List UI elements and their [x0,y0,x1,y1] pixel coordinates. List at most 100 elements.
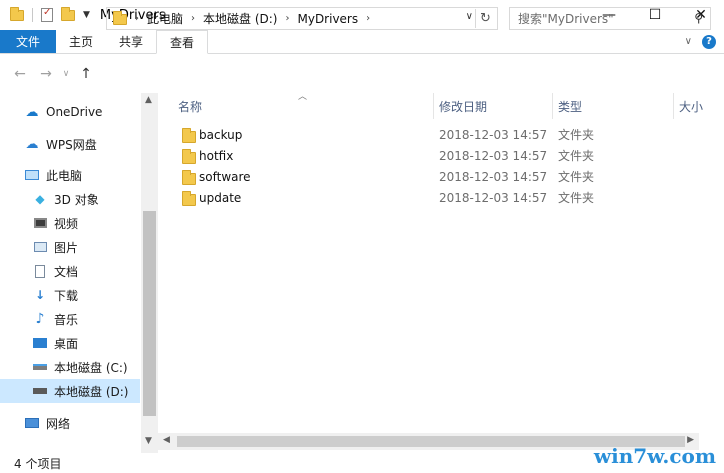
up-arrow-icon[interactable]: ↑ [73,66,99,82]
recent-locations-chevron-icon[interactable]: ∨ [59,69,73,79]
nav-scrollbar[interactable]: ▲ ▼ [141,93,158,453]
tab-file[interactable]: 文件 [0,30,57,53]
cloud-outline-icon: ☁ [25,136,39,152]
tab-view[interactable]: 查看 [156,30,209,54]
tab-home[interactable]: 主页 [56,30,106,53]
cloud-icon: ☁ [25,104,39,120]
nav-item-label: 图片 [54,240,79,255]
folder-icon [182,149,196,164]
file-type: 文件夹 [558,128,595,142]
table-row[interactable]: hotfix 2018-12-03 14:57 文件夹 [165,145,685,166]
navigation-bar: ← → ∨ ↑ [0,55,724,93]
nav-item-wps[interactable]: ☁ WPS网盘 [24,132,97,156]
file-date: 2018-12-03 14:57 [439,148,548,163]
nav-item-network[interactable]: 网络 [24,411,70,435]
breadcrumb-mydrivers[interactable]: MyDrivers [297,12,358,26]
scroll-down-arrow-icon[interactable]: ▼ [145,436,152,446]
search-input[interactable]: 搜索"MyDrivers" ⚲ [509,7,711,30]
nav-item-label: 视频 [54,216,79,231]
file-date: 2018-12-03 14:57 [439,169,548,184]
computer-icon [24,168,40,182]
navigation-pane: ☁ OneDrive ☁ WPS网盘 此电脑 ◆ 3D 对象 视频 图片 文档 … [0,93,158,453]
desktop-icon [32,336,48,350]
forward-arrow-icon[interactable]: → [33,66,59,82]
refresh-icon[interactable]: ↻ [475,9,495,28]
nav-item-drive-c[interactable]: 本地磁盘 (C:) [32,355,128,379]
file-type: 文件夹 [558,149,595,163]
toolbar-separator [32,8,33,22]
drive-c-icon [32,360,48,374]
nav-item-label: 音乐 [54,312,79,327]
folder-icon [113,11,127,25]
folder-icon [182,191,196,206]
column-divider[interactable] [673,93,674,119]
breadcrumb-separator-icon[interactable]: › [191,13,195,24]
nav-item-pictures[interactable]: 图片 [32,235,78,259]
item-count: 4 个项目 [14,456,62,471]
column-header-size[interactable]: 大小 [679,93,703,119]
breadcrumb-drive-d[interactable]: 本地磁盘 (D:) [203,10,277,27]
watermark-logo: win7w.com [593,444,716,468]
nav-item-label: WPS网盘 [46,137,97,152]
scroll-up-arrow-icon[interactable]: ▲ [145,95,152,105]
help-icon[interactable]: ? [702,34,716,49]
breadcrumb-separator-icon[interactable]: › [135,13,139,24]
properties-icon[interactable] [41,7,53,22]
column-divider[interactable] [552,93,553,119]
table-row[interactable]: backup 2018-12-03 14:57 文件夹 [165,124,685,145]
column-header-date[interactable]: 修改日期 [439,93,487,119]
column-divider[interactable] [433,93,434,119]
nav-item-drive-d[interactable]: 本地磁盘 (D:) [0,379,140,403]
nav-item-music[interactable]: ♪ 音乐 [32,307,78,331]
nav-item-videos[interactable]: 视频 [32,211,78,235]
nav-item-desktop[interactable]: 桌面 [32,331,78,355]
breadcrumb-separator-icon[interactable]: › [285,13,289,24]
file-type: 文件夹 [558,191,595,205]
file-name: backup [199,127,243,142]
nav-item-label: 桌面 [54,336,79,351]
nav-item-label: 本地磁盘 (C:) [54,360,128,375]
video-icon [32,216,48,230]
nav-item-onedrive[interactable]: ☁ OneDrive [24,100,103,124]
table-row[interactable]: update 2018-12-03 14:57 文件夹 [165,187,685,208]
file-list: ︿ 名称 修改日期 类型 大小 backup 2018-12-03 14:57 … [165,92,724,453]
nav-item-3d-objects[interactable]: ◆ 3D 对象 [32,187,99,211]
nav-item-label: 文档 [54,264,79,279]
column-header-type[interactable]: 类型 [558,93,582,119]
nav-item-label: 3D 对象 [54,192,99,207]
nav-item-this-pc[interactable]: 此电脑 [24,163,82,187]
address-dropdown-chevron-icon[interactable]: ∨ [466,11,473,22]
breadcrumb-this-pc[interactable]: 此电脑 [147,10,183,27]
column-header-name[interactable]: 名称 [178,93,202,119]
file-name: software [199,169,251,184]
customize-toolbar-chevron-icon[interactable]: ▼ [83,10,90,20]
address-bar[interactable]: › 此电脑 › 本地磁盘 (D:) › MyDrivers › ∨ ↻ [106,7,498,30]
cube-icon: ◆ [35,192,45,206]
download-icon: ↓ [34,288,46,302]
expand-ribbon-chevron-icon[interactable]: ∨ [685,36,692,47]
folder-icon [182,170,196,185]
folder-icon [10,7,24,22]
tab-share[interactable]: 共享 [106,30,156,53]
nav-item-label: 本地磁盘 (D:) [54,384,129,399]
nav-item-label: 下载 [54,288,79,303]
search-icon[interactable]: ⚲ [694,11,703,25]
breadcrumb-separator-icon[interactable]: › [366,13,370,24]
network-icon [24,416,40,430]
table-row[interactable]: software 2018-12-03 14:57 文件夹 [165,166,685,187]
music-icon: ♪ [35,311,45,327]
sort-ascending-icon: ︿ [298,92,308,102]
nav-item-label: 网络 [46,416,71,431]
nav-item-documents[interactable]: 文档 [32,259,78,283]
scroll-left-arrow-icon[interactable]: ◀ [163,435,170,445]
back-arrow-icon[interactable]: ← [7,66,33,82]
file-name: hotfix [199,148,234,163]
scrollbar-thumb[interactable] [143,211,156,416]
nav-item-downloads[interactable]: ↓ 下载 [32,283,78,307]
file-name: update [199,190,242,205]
folder-icon [182,128,196,143]
new-folder-icon[interactable] [61,7,75,22]
file-date: 2018-12-03 14:57 [439,127,548,142]
picture-icon [32,240,48,254]
document-icon [32,264,48,278]
